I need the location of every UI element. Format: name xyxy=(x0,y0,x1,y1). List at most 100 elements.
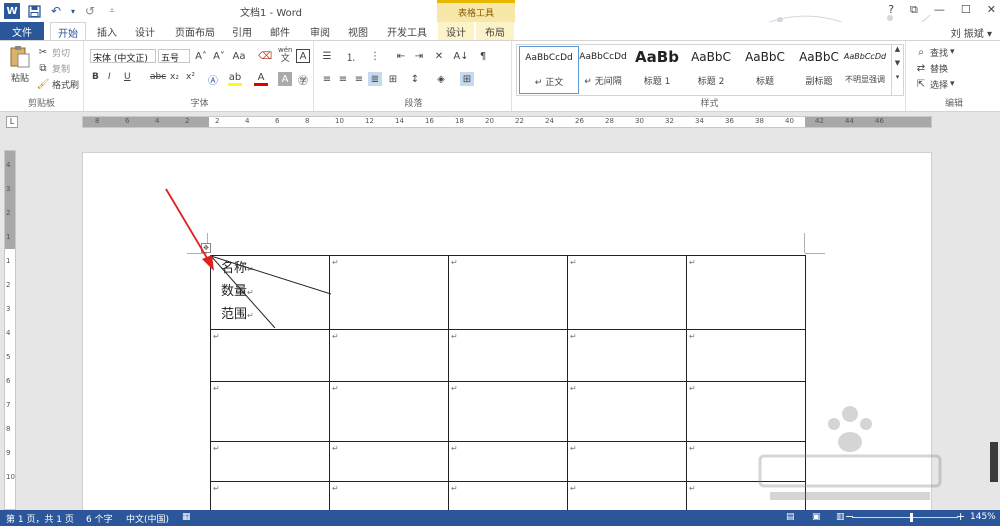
table-cell[interactable]: ↵ xyxy=(686,255,806,330)
tab-view[interactable]: 视图 xyxy=(344,22,372,40)
style-heading-2[interactable]: AaBbC 标题 2 xyxy=(681,46,741,94)
highlight-button[interactable]: ab xyxy=(228,72,242,86)
tab-file[interactable]: 文件 xyxy=(0,22,44,40)
table-cell[interactable]: ↵ xyxy=(329,381,449,442)
print-layout-icon[interactable]: ▣ xyxy=(812,512,821,522)
table-cell[interactable]: ↵ xyxy=(210,441,330,482)
table-cell[interactable]: ↵ xyxy=(567,381,687,442)
redo-icon[interactable]: ↺ xyxy=(82,3,98,19)
align-left-button[interactable]: ≡ xyxy=(320,72,334,86)
scrollbar-thumb[interactable] xyxy=(990,442,998,482)
tab-review[interactable]: 审阅 xyxy=(306,22,334,40)
style-title[interactable]: AaBbC 标题 xyxy=(735,46,795,94)
replace-button[interactable]: ⇄ 替换 xyxy=(914,61,948,75)
font-name-select[interactable]: 宋体 (中文正) xyxy=(90,49,156,64)
phonetic-guide-button[interactable]: wén 文 xyxy=(278,47,292,64)
help-button[interactable]: ? xyxy=(888,3,894,17)
zoom-in-button[interactable]: + xyxy=(956,510,965,523)
show-marks-button[interactable]: ¶ xyxy=(476,49,490,63)
text-effects-button[interactable]: Ⓐ xyxy=(206,72,220,87)
tab-page-layout[interactable]: 页面布局 xyxy=(168,22,222,40)
zoom-slider-knob[interactable] xyxy=(910,513,913,522)
borders-button[interactable]: ⊞ xyxy=(460,72,474,86)
table-cell[interactable]: ↵ xyxy=(448,441,568,482)
style-subtle-emphasis[interactable]: AaBbCcDd 不明显强调 xyxy=(839,46,891,94)
bold-button[interactable]: B xyxy=(92,72,99,82)
decrease-indent-button[interactable]: ⇤ xyxy=(394,49,408,63)
font-size-select[interactable]: 五号 xyxy=(158,49,190,64)
justify-button[interactable]: ≣ xyxy=(368,72,382,86)
change-case-button[interactable]: Aa xyxy=(232,49,246,63)
table-cell[interactable]: ↵ xyxy=(329,441,449,482)
increase-indent-button[interactable]: ⇥ xyxy=(412,49,426,63)
tab-references[interactable]: 引用 xyxy=(228,22,256,40)
zoom-level[interactable]: 145% xyxy=(970,512,996,522)
paste-button[interactable]: 粘贴 xyxy=(8,45,32,84)
numbering-button[interactable]: ⒈ xyxy=(344,49,358,64)
tab-developer[interactable]: 开发工具 xyxy=(382,22,432,40)
character-shading-button[interactable]: A xyxy=(278,72,292,86)
word-count[interactable]: 6 个字 xyxy=(86,512,113,525)
sort-button[interactable]: A↓ xyxy=(453,49,468,63)
italic-button[interactable]: I xyxy=(108,72,111,82)
tab-design[interactable]: 设计 xyxy=(130,22,160,40)
find-button[interactable]: ⌕ 查找 ▾ xyxy=(914,45,954,59)
styles-gallery-scroll[interactable]: ▲ ▼ ▾ xyxy=(891,45,903,95)
grow-font-button[interactable]: A˄ xyxy=(194,49,208,63)
undo-icon[interactable]: ↶ xyxy=(48,3,64,19)
tab-table-layout[interactable]: 布局 xyxy=(476,22,514,40)
clear-format-button[interactable]: ⌫ xyxy=(258,49,272,63)
table-cell[interactable]: ↵ xyxy=(448,255,568,330)
vertical-ruler[interactable]: 4 3 2 1 1 2 3 4 5 6 7 8 9 10 xyxy=(4,150,16,510)
vertical-scrollbar[interactable] xyxy=(986,132,1000,510)
enclosed-characters-button[interactable]: ㊫ xyxy=(296,72,310,87)
table-cell[interactable]: ↵ xyxy=(567,441,687,482)
table-cell[interactable]: ↵ xyxy=(448,381,568,442)
gallery-up-icon[interactable]: ▲ xyxy=(892,45,903,53)
shrink-font-button[interactable]: A˅ xyxy=(212,49,226,63)
table-cell[interactable]: ↵ xyxy=(686,329,806,382)
tab-selector[interactable]: L xyxy=(6,116,18,128)
tab-mailings[interactable]: 邮件 xyxy=(266,22,294,40)
style-normal[interactable]: AaBbCcDd ↵ 正文 xyxy=(519,46,579,94)
tab-table-design[interactable]: 设计 xyxy=(438,22,474,40)
character-border-button[interactable]: A xyxy=(296,49,310,63)
cut-button[interactable]: ✂ 剪切 xyxy=(36,45,70,59)
shading-button[interactable]: ◈ xyxy=(434,72,448,86)
zoom-slider[interactable] xyxy=(852,517,958,518)
tab-insert[interactable]: 插入 xyxy=(92,22,122,40)
copy-button[interactable]: ⧉ 复制 xyxy=(36,61,70,75)
chinese-layout-button[interactable]: ✕ xyxy=(432,49,446,63)
web-layout-icon[interactable]: ▥ xyxy=(836,512,845,522)
superscript-button[interactable]: x² xyxy=(186,72,195,82)
gallery-more-icon[interactable]: ▾ xyxy=(892,73,903,81)
page-count[interactable]: 第 1 页，共 1 页 xyxy=(6,512,74,525)
subscript-button[interactable]: x₂ xyxy=(170,72,179,82)
horizontal-ruler[interactable]: 8 6 4 2 2 4 6 8 10 12 14 16 18 20 22 24 26 28 30 32 34 36 38 40… xyxy=(82,116,932,128)
style-no-spacing[interactable]: AaBbCcDd ↵ 无间隔 xyxy=(573,46,633,94)
font-color-button[interactable]: A xyxy=(254,72,268,86)
save-icon[interactable] xyxy=(26,3,42,19)
line-spacing-button[interactable]: ↕ xyxy=(408,72,422,86)
underline-button[interactable]: U xyxy=(124,72,131,82)
format-painter-button[interactable]: 🖌 格式刷 xyxy=(36,77,79,91)
multilevel-list-button[interactable]: ⋮ xyxy=(368,49,382,63)
align-right-button[interactable]: ≡ xyxy=(352,72,366,86)
table-cell[interactable]: ↵ xyxy=(329,329,449,382)
language-indicator[interactable]: 中文(中国) xyxy=(126,512,169,525)
table-cell[interactable]: ↵ xyxy=(210,381,330,442)
bullets-button[interactable]: ☰ xyxy=(320,49,334,63)
undo-dropdown-icon[interactable]: ▾ xyxy=(70,3,76,19)
strikethrough-button[interactable]: abc xyxy=(150,72,166,82)
distributed-button[interactable]: ⊞ xyxy=(386,72,400,86)
maximize-button[interactable]: ☐ xyxy=(961,3,971,17)
table-cell[interactable]: ↵ xyxy=(210,329,330,382)
table-cell[interactable]: ↵ xyxy=(448,329,568,382)
style-heading-1[interactable]: AaBb 标题 1 xyxy=(627,46,687,94)
ribbon-display-button[interactable]: ⧉ xyxy=(910,3,918,17)
table-cell[interactable]: ↵ xyxy=(567,329,687,382)
macro-record-icon[interactable]: ▦ xyxy=(182,512,191,522)
customize-toolbar-icon[interactable]: ⩡ xyxy=(104,3,120,19)
minimize-button[interactable]: — xyxy=(934,3,945,17)
table-cell[interactable]: ↵ xyxy=(567,255,687,330)
